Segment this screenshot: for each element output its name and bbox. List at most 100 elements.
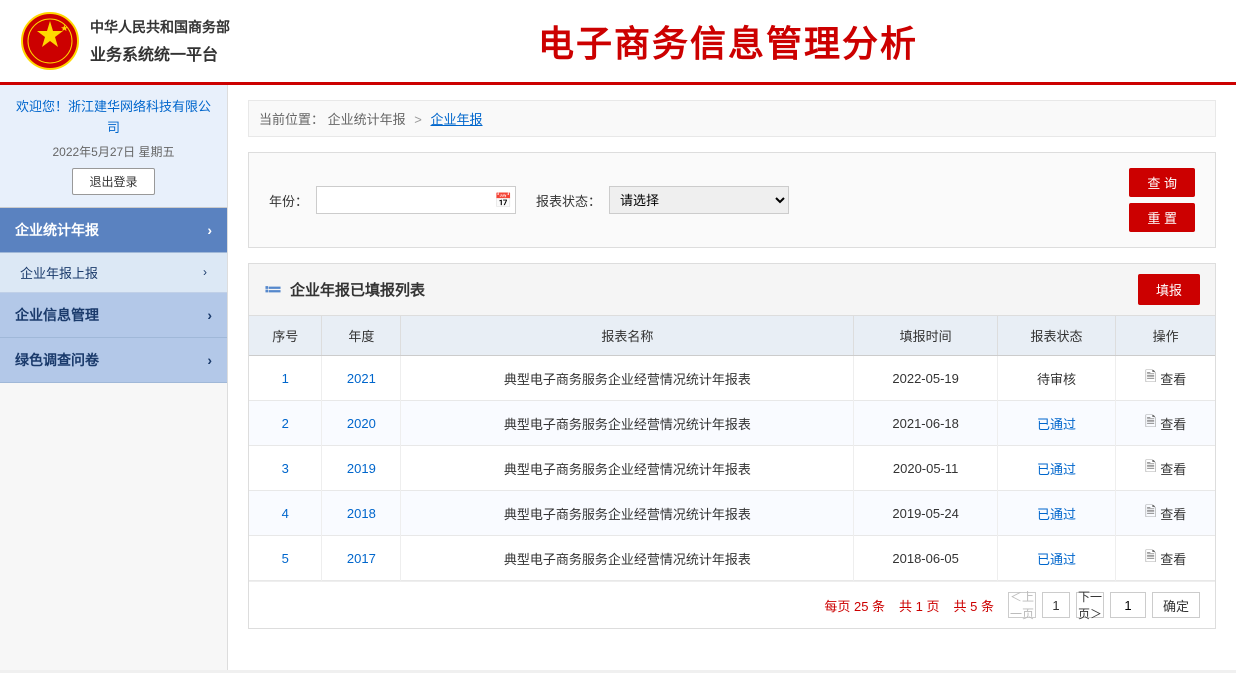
cell-status: 已通过: [997, 536, 1115, 581]
action-text: 查看: [1160, 369, 1186, 388]
year-field: 年份： 📅: [269, 186, 516, 214]
col-date: 填报时间: [854, 316, 997, 356]
cell-year: 2020: [322, 401, 401, 446]
cell-action: 🗎 查看: [1116, 401, 1215, 446]
org-line1: 中华人民共和国商务部: [90, 17, 230, 37]
date-input-wrapper: 📅: [316, 186, 516, 214]
col-index: 序号: [249, 316, 322, 356]
action-text: 查看: [1160, 459, 1186, 478]
chevron-right-icon: ›: [207, 222, 212, 238]
breadcrumb-separator: >: [414, 112, 425, 127]
cell-name: 典型电子商务服务企业经营情况统计年报表: [401, 446, 854, 491]
cell-index: 3: [249, 446, 322, 491]
cell-name: 典型电子商务服务企业经营情况统计年报表: [401, 401, 854, 446]
table-row: 5 2017 典型电子商务服务企业经营情况统计年报表 2018-06-05 已通…: [249, 536, 1215, 581]
prev-page-button[interactable]: ＜上一页: [1008, 592, 1036, 618]
cell-action: 🗎 查看: [1116, 356, 1215, 401]
col-year: 年度: [322, 316, 401, 356]
col-action: 操作: [1116, 316, 1215, 356]
action-text: 查看: [1160, 504, 1186, 523]
page-jump-input[interactable]: [1110, 592, 1146, 618]
table-row: 3 2019 典型电子商务服务企业经营情况统计年报表 2020-05-11 已通…: [249, 446, 1215, 491]
action-view[interactable]: 🗎 查看: [1124, 456, 1207, 480]
sidebar-item-green-survey[interactable]: 绿色调查问卷 ›: [0, 338, 227, 383]
cell-status: 已通过: [997, 401, 1115, 446]
table-row: 2 2020 典型电子商务服务企业经营情况统计年报表 2021-06-18 已通…: [249, 401, 1215, 446]
status-label: 报表状态：: [536, 191, 601, 210]
action-view[interactable]: 🗎 查看: [1124, 546, 1207, 570]
breadcrumb-prefix: 当前位置：: [259, 112, 324, 127]
current-page: 1: [1042, 592, 1070, 618]
cell-status: 已通过: [997, 491, 1115, 536]
content-area: 当前位置： 企业统计年报 > 企业年报 年份： 📅 报表状态： 请选择 待审核 …: [228, 85, 1236, 670]
total-items-text: 共 5 条: [954, 596, 994, 615]
view-icon: 🗎: [1145, 411, 1156, 435]
col-status: 报表状态: [997, 316, 1115, 356]
sidebar-item-company-info[interactable]: 企业信息管理 ›: [0, 293, 227, 338]
cell-date: 2022-05-19: [854, 356, 997, 401]
per-page-text: 每页 25 条: [824, 596, 885, 615]
cell-name: 典型电子商务服务企业经营情况统计年报表: [401, 536, 854, 581]
sidebar-item-label: 企业信息管理: [15, 305, 99, 325]
cell-year: 2019: [322, 446, 401, 491]
fill-button[interactable]: 填报: [1138, 274, 1200, 305]
sidebar-item-annual-report[interactable]: 企业统计年报 ›: [0, 208, 227, 253]
sidebar-subitem-annual-submit[interactable]: 企业年报上报 ›: [0, 253, 227, 293]
cell-date: 2020-05-11: [854, 446, 997, 491]
cell-date: 2019-05-24: [854, 491, 997, 536]
next-page-button[interactable]: 下一页＞: [1076, 592, 1104, 618]
table-body: 1 2021 典型电子商务服务企业经营情况统计年报表 2022-05-19 待审…: [249, 356, 1215, 581]
org-text: 中华人民共和国商务部 业务系统统一平台: [90, 17, 230, 65]
year-label: 年份：: [269, 191, 308, 210]
cell-index: 5: [249, 536, 322, 581]
year-input[interactable]: [316, 186, 516, 214]
sidebar: 欢迎您！浙江建华网络科技有限公司 2022年5月27日 星期五 退出登录 企业统…: [0, 85, 228, 670]
logout-button[interactable]: 退出登录: [72, 168, 154, 195]
cell-year: 2018: [322, 491, 401, 536]
cell-index: 4: [249, 491, 322, 536]
table-title: ≔ 企业年报已填报列表: [264, 279, 425, 300]
sidebar-subitem-label: 企业年报上报: [20, 263, 98, 282]
sidebar-welcome: 欢迎您！浙江建华网络科技有限公司 2022年5月27日 星期五 退出登录: [0, 85, 227, 208]
calendar-icon[interactable]: 📅: [495, 192, 512, 209]
sidebar-item-label: 企业统计年报: [15, 220, 99, 240]
cell-date: 2021-06-18: [854, 401, 997, 446]
page-header: 中华人民共和国商务部 业务系统统一平台 电子商务信息管理分析: [0, 0, 1236, 85]
status-select[interactable]: 请选择 待审核 已通过 未通过: [609, 186, 789, 214]
status-field: 报表状态： 请选择 待审核 已通过 未通过: [536, 186, 789, 214]
view-icon: 🗎: [1145, 456, 1156, 480]
emblem-icon: [20, 11, 80, 71]
cell-year: 2017: [322, 536, 401, 581]
sidebar-item-label: 绿色调查问卷: [15, 350, 99, 370]
search-buttons: 查 询 重 置: [1129, 168, 1195, 232]
view-icon: 🗎: [1145, 501, 1156, 525]
action-view[interactable]: 🗎 查看: [1124, 366, 1207, 390]
table-header-row: 序号 年度 报表名称 填报时间 报表状态 操作: [249, 316, 1215, 356]
chevron-right-icon: ›: [207, 307, 212, 323]
page-title: 电子商务信息管理分析: [240, 15, 1216, 67]
page-confirm-button[interactable]: 确定: [1152, 592, 1200, 618]
main-layout: 欢迎您！浙江建华网络科技有限公司 2022年5月27日 星期五 退出登录 企业统…: [0, 85, 1236, 670]
action-view[interactable]: 🗎 查看: [1124, 411, 1207, 435]
table-row: 4 2018 典型电子商务服务企业经营情况统计年报表 2019-05-24 已通…: [249, 491, 1215, 536]
cell-year: 2021: [322, 356, 401, 401]
welcome-text: 欢迎您！浙江建华网络科技有限公司: [10, 97, 217, 139]
date-text: 2022年5月27日 星期五: [10, 143, 217, 160]
breadcrumb: 当前位置： 企业统计年报 > 企业年报: [248, 100, 1216, 137]
sidebar-menu: 企业统计年报 › 企业年报上报 › 企业信息管理 › 绿色调查问卷 ›: [0, 208, 227, 383]
breadcrumb-parent: 企业统计年报: [328, 112, 406, 127]
pagination: 每页 25 条 共 1 页 共 5 条 ＜上一页 1 下一页＞ 确定: [249, 581, 1215, 628]
table-head: 序号 年度 报表名称 填报时间 报表状态 操作: [249, 316, 1215, 356]
breadcrumb-current[interactable]: 企业年报: [431, 112, 483, 127]
cell-status: 已通过: [997, 446, 1115, 491]
cell-name: 典型电子商务服务企业经营情况统计年报表: [401, 491, 854, 536]
action-text: 查看: [1160, 549, 1186, 568]
cell-action: 🗎 查看: [1116, 536, 1215, 581]
action-view[interactable]: 🗎 查看: [1124, 501, 1207, 525]
table-header: ≔ 企业年报已填报列表 填报: [249, 264, 1215, 316]
reset-button[interactable]: 重 置: [1129, 203, 1195, 232]
chevron-right-icon: ›: [207, 352, 212, 368]
table-title-text: 企业年报已填报列表: [290, 279, 425, 300]
query-button[interactable]: 查 询: [1129, 168, 1195, 197]
cell-index: 2: [249, 401, 322, 446]
